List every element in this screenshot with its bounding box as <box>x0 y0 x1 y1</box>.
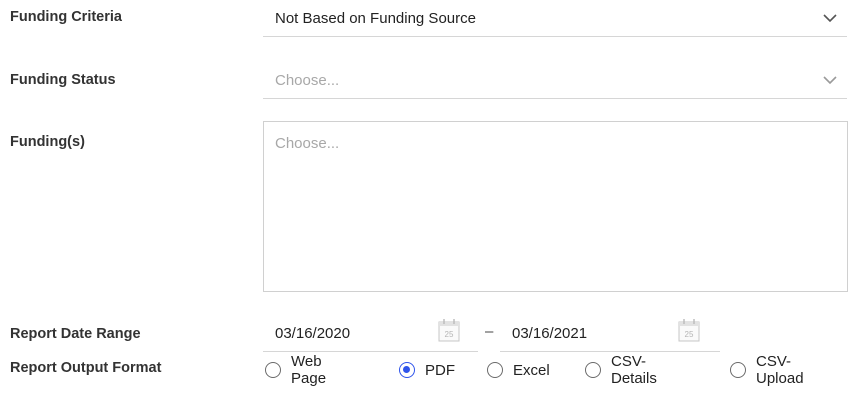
svg-text:25: 25 <box>685 330 694 339</box>
radio-pdf[interactable]: PDF <box>399 359 455 381</box>
chevron-down-icon <box>823 14 837 23</box>
calendar-icon[interactable]: 25 <box>678 318 700 342</box>
radio-label: CSV-Upload <box>756 353 804 387</box>
end-date-value: 03/16/2021 <box>512 325 588 342</box>
radio-circle-selected[interactable] <box>399 362 415 378</box>
fundings-placeholder: Choose... <box>275 135 340 152</box>
radio-csv-upload[interactable]: CSV-Upload <box>730 353 804 387</box>
radio-excel[interactable]: Excel <box>487 359 550 381</box>
radio-label: PDF <box>425 361 455 379</box>
start-date-input[interactable]: 03/16/2020 25 <box>263 308 478 352</box>
calendar-icon[interactable]: 25 <box>438 318 460 342</box>
svg-text:25: 25 <box>445 330 454 339</box>
radio-web-page[interactable]: Web Page <box>265 353 326 387</box>
radio-circle[interactable] <box>730 362 746 378</box>
funding-criteria-select[interactable]: Not Based on Funding Source <box>263 1 847 37</box>
start-date-value: 03/16/2020 <box>275 325 351 342</box>
fundings-multiselect[interactable]: Choose... <box>263 121 848 292</box>
funding-criteria-label: Funding Criteria <box>10 9 122 25</box>
funding-criteria-value: Not Based on Funding Source <box>275 10 476 27</box>
date-range-separator: – <box>485 323 494 340</box>
funding-status-label: Funding Status <box>10 72 116 88</box>
radio-circle[interactable] <box>265 362 281 378</box>
end-date-input[interactable]: 03/16/2021 25 <box>500 308 720 352</box>
fundings-label: Funding(s) <box>10 134 85 150</box>
report-output-format-label: Report Output Format <box>10 360 162 376</box>
chevron-down-icon <box>823 76 837 85</box>
radio-label: Web Page <box>291 353 327 387</box>
radio-label: Excel <box>513 361 550 379</box>
radio-circle[interactable] <box>487 362 503 378</box>
radio-circle[interactable] <box>585 362 601 378</box>
report-date-range-label: Report Date Range <box>10 326 141 342</box>
radio-csv-details[interactable]: CSV-Details <box>585 353 657 387</box>
radio-label: CSV-Details <box>611 353 657 387</box>
funding-status-select[interactable]: Choose... <box>263 63 847 99</box>
funding-status-placeholder: Choose... <box>275 72 340 89</box>
